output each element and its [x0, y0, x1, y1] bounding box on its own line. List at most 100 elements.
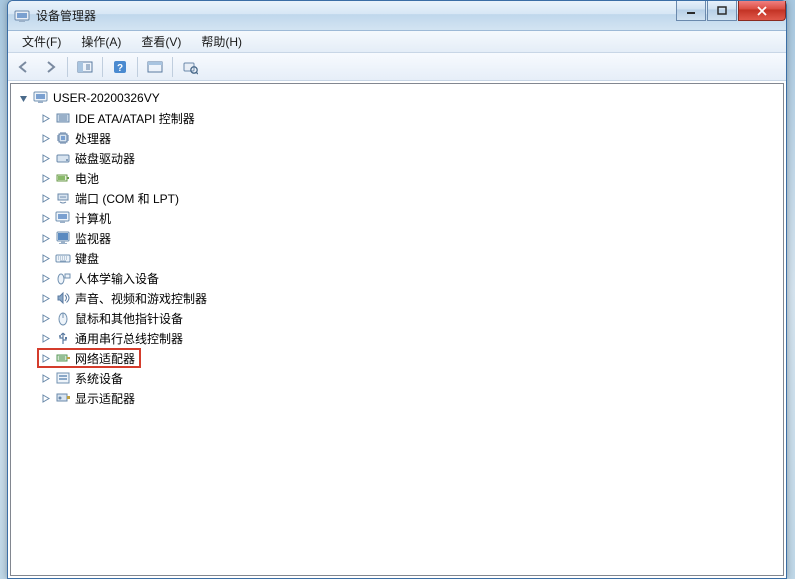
tree-item-label: 电池 [75, 170, 99, 187]
tree-item[interactable]: 显示适配器 [39, 388, 781, 408]
expand-icon[interactable] [39, 252, 51, 264]
show-hide-tree-button[interactable] [73, 56, 97, 78]
expand-icon[interactable] [39, 232, 51, 244]
minimize-icon [686, 6, 696, 16]
mouse-icon [55, 310, 71, 326]
tree-item[interactable]: 通用串行总线控制器 [39, 328, 781, 348]
maximize-icon [717, 6, 727, 16]
scan-hardware-button[interactable] [178, 56, 202, 78]
scan-icon [182, 59, 198, 75]
toolbar-separator [102, 57, 103, 77]
titlebar[interactable]: 设备管理器 [8, 1, 786, 31]
tree-item-label: IDE ATA/ATAPI 控制器 [75, 110, 195, 127]
tree-item[interactable]: 监视器 [39, 228, 781, 248]
tree-item[interactable]: 人体学输入设备 [39, 268, 781, 288]
expand-icon[interactable] [39, 312, 51, 324]
tree-item-label: 鼠标和其他指针设备 [75, 310, 183, 327]
tree-item[interactable]: 声音、视频和游戏控制器 [39, 288, 781, 308]
close-icon [756, 6, 768, 16]
expand-icon[interactable] [39, 352, 51, 364]
expand-icon[interactable] [39, 392, 51, 404]
expand-icon[interactable] [39, 272, 51, 284]
tree-item-label: 声音、视频和游戏控制器 [75, 290, 207, 307]
computer-icon [55, 210, 71, 226]
maximize-button[interactable] [707, 1, 737, 21]
expand-icon[interactable] [39, 152, 51, 164]
forward-arrow-icon [42, 60, 58, 74]
root-label: USER-20200326VY [53, 91, 160, 105]
tree-item-label: 键盘 [75, 250, 99, 267]
menu-action[interactable]: 操作(A) [71, 31, 131, 52]
menubar: 文件(F) 操作(A) 查看(V) 帮助(H) [8, 31, 786, 53]
expand-icon[interactable] [39, 132, 51, 144]
expand-icon[interactable] [39, 292, 51, 304]
app-icon [14, 8, 30, 24]
toolbar: ? [8, 53, 786, 81]
tree-item[interactable]: IDE ATA/ATAPI 控制器 [39, 108, 781, 128]
tree-item-label: 处理器 [75, 130, 111, 147]
device-tree-pane[interactable]: USER-20200326VY IDE ATA/ATAPI 控制器处理器磁盘驱动… [10, 83, 784, 576]
hid-icon [55, 270, 71, 286]
expand-icon[interactable] [39, 212, 51, 224]
battery-icon [55, 170, 71, 186]
close-button[interactable] [738, 1, 786, 21]
sound-icon [55, 290, 71, 306]
ide-controller-icon [55, 110, 71, 126]
properties-button[interactable] [143, 56, 167, 78]
help-icon: ? [112, 59, 128, 75]
tree-item[interactable]: 处理器 [39, 128, 781, 148]
network-adapter-icon [55, 350, 71, 366]
menu-view[interactable]: 查看(V) [131, 31, 191, 52]
menu-file[interactable]: 文件(F) [12, 31, 71, 52]
tree-item[interactable]: 磁盘驱动器 [39, 148, 781, 168]
tree-item[interactable]: 键盘 [39, 248, 781, 268]
minimize-button[interactable] [676, 1, 706, 21]
expand-icon[interactable] [39, 172, 51, 184]
tree-item-label: 监视器 [75, 230, 111, 247]
tree-pane-icon [77, 60, 93, 74]
highlighted-item: 网络适配器 [37, 348, 141, 368]
computer-icon [33, 90, 49, 106]
tree-item-label: 磁盘驱动器 [75, 150, 135, 167]
forward-button[interactable] [38, 56, 62, 78]
window-controls [675, 1, 786, 21]
expand-icon[interactable] [39, 192, 51, 204]
tree-children: IDE ATA/ATAPI 控制器处理器磁盘驱动器电池端口 (COM 和 LPT… [17, 108, 781, 408]
menu-help[interactable]: 帮助(H) [191, 31, 252, 52]
tree-item-label: 系统设备 [75, 370, 123, 387]
tree-item-label: 人体学输入设备 [75, 270, 159, 287]
tree-root-node[interactable]: USER-20200326VY [17, 88, 781, 108]
disk-drive-icon [55, 150, 71, 166]
back-button[interactable] [12, 56, 36, 78]
expand-icon[interactable] [39, 372, 51, 384]
monitor-icon [55, 230, 71, 246]
tree-item-label: 显示适配器 [75, 390, 135, 407]
display-adapter-icon [55, 390, 71, 406]
tree-item[interactable]: 鼠标和其他指针设备 [39, 308, 781, 328]
port-icon [55, 190, 71, 206]
properties-icon [147, 60, 163, 74]
tree-item[interactable]: 电池 [39, 168, 781, 188]
help-button[interactable]: ? [108, 56, 132, 78]
window-title: 设备管理器 [36, 7, 786, 24]
tree-item[interactable]: 端口 (COM 和 LPT) [39, 188, 781, 208]
expand-icon[interactable] [39, 112, 51, 124]
device-tree-root: USER-20200326VY IDE ATA/ATAPI 控制器处理器磁盘驱动… [13, 88, 781, 408]
tree-item-label: 网络适配器 [75, 350, 135, 367]
tree-item[interactable]: 计算机 [39, 208, 781, 228]
processor-icon [55, 130, 71, 146]
tree-item[interactable]: 网络适配器 [39, 348, 781, 368]
collapse-icon[interactable] [17, 92, 29, 104]
toolbar-separator [172, 57, 173, 77]
tree-item-label: 通用串行总线控制器 [75, 330, 183, 347]
tree-item[interactable]: 系统设备 [39, 368, 781, 388]
toolbar-separator [137, 57, 138, 77]
tree-item-label: 计算机 [75, 210, 111, 227]
svg-text:?: ? [117, 63, 123, 74]
system-device-icon [55, 370, 71, 386]
usb-icon [55, 330, 71, 346]
keyboard-icon [55, 250, 71, 266]
toolbar-separator [67, 57, 68, 77]
device-manager-window: 设备管理器 文件(F) 操作(A) 查看(V) 帮助(H) [7, 0, 787, 579]
expand-icon[interactable] [39, 332, 51, 344]
